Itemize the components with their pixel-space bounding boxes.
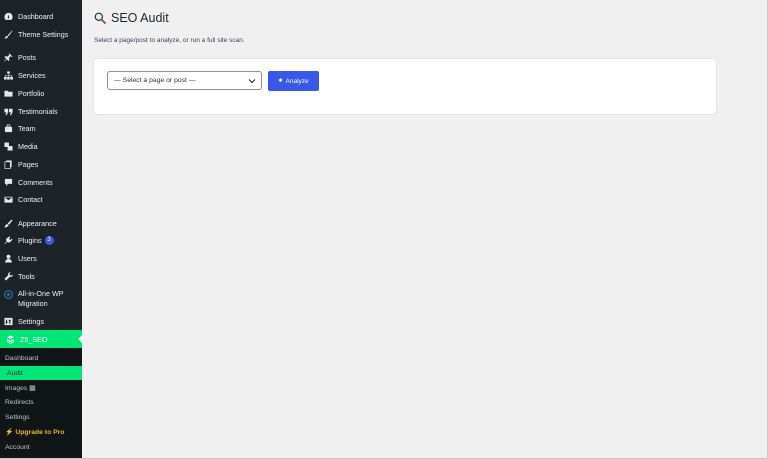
sidebar-item-team[interactable]: Team: [0, 123, 82, 134]
media-icon: [4, 142, 13, 151]
sidebar-item-label: Users: [18, 254, 37, 263]
comment-icon: [4, 178, 13, 187]
sidebar-item-posts[interactable]: Posts: [0, 52, 82, 63]
sidebar-item-appearance[interactable]: Appearance: [0, 218, 82, 229]
sidebar-item-services[interactable]: Services: [0, 70, 82, 81]
sidebar-item-portfolio[interactable]: Portfolio: [0, 88, 82, 99]
sidebar-item-contact[interactable]: Contact: [0, 194, 82, 205]
sidebar-item-label: Appearance: [18, 219, 57, 228]
submenu-item-upgrade-to-pro[interactable]: ⚡ Upgrade to Pro: [0, 425, 82, 439]
sidebar-item-testimonials[interactable]: Testimonials: [0, 106, 82, 117]
sidebar-item-label-line2: Migration: [18, 299, 48, 308]
sidebar-item-label: Theme Settings: [18, 30, 69, 39]
user-icon: [4, 254, 13, 263]
wp-admin-window: Dashboard Theme Settings Posts Services …: [0, 0, 767, 458]
submenu-item-audit[interactable]: Audit: [0, 366, 82, 380]
sitemap-icon: [4, 71, 13, 80]
sidebar-item-label: Portfolio: [18, 89, 45, 98]
pages-icon: [4, 160, 13, 169]
audit-card: — Select a page or post — ✱ Analyze: [94, 59, 716, 114]
sidebar-item-plugins[interactable]: Plugins 3: [0, 235, 82, 246]
submenu-item-label: Redirects: [5, 398, 34, 406]
pin-icon: [4, 53, 13, 62]
sidebar-item-label: Services: [18, 71, 46, 80]
submenu-item-label: Dashboard: [5, 354, 39, 362]
page-post-select[interactable]: — Select a page or post —: [107, 71, 262, 90]
sidebar-item-label: All-in-One WP Migration: [18, 289, 64, 309]
submenu-item-label: Settings: [5, 413, 30, 421]
select-value: — Select a page or post —: [114, 77, 196, 84]
mail-icon: [4, 195, 13, 204]
submenu-item-label: Account: [5, 443, 30, 451]
page-title-text: SEO Audit: [111, 11, 169, 25]
settings-icon: [4, 317, 13, 326]
submenu-item-label: ⚡ Upgrade to Pro: [5, 429, 65, 436]
plugin-icon: [4, 236, 13, 245]
sidebar-item-label-line1: All-in-One WP: [18, 289, 64, 298]
sidebar-item-all-in-one-wp-migration[interactable]: All-in-One WP Migration: [0, 289, 82, 311]
page-title: SEO Audit: [94, 11, 169, 25]
submenu-item-dashboard[interactable]: Dashboard: [0, 351, 82, 365]
chevron-down-icon: [248, 79, 256, 84]
sidebar-item-z5-seo[interactable]: Z5_SEO: [0, 330, 82, 348]
sidebar-item-tools[interactable]: Tools: [0, 271, 82, 282]
quote-icon: [4, 107, 13, 116]
dashboard-icon: [4, 12, 13, 21]
analyze-button[interactable]: ✱ Analyze: [268, 71, 319, 91]
sidebar-item-label: Testimonials: [18, 107, 58, 116]
paintbrush-icon: [4, 219, 13, 228]
sidebar-item-label: Contact: [18, 195, 43, 204]
sidebar-item-label: Settings: [18, 317, 44, 326]
migration-icon: [4, 290, 13, 299]
sidebar-item-label: Z5_SEO: [20, 334, 48, 344]
z5-seo-icon: [6, 334, 15, 344]
sidebar-item-users[interactable]: Users: [0, 253, 82, 264]
plugins-update-count-badge: 3: [44, 236, 54, 245]
sidebar-item-label: Dashboard: [18, 12, 54, 21]
submenu-item-settings[interactable]: Settings: [0, 410, 82, 424]
sidebar-item-pages[interactable]: Pages: [0, 159, 82, 170]
submenu-item-images[interactable]: Images ▦: [0, 381, 82, 395]
sidebar-item-media[interactable]: Media: [0, 141, 82, 152]
sidebar-item-label: Posts: [18, 53, 36, 62]
folder-icon: [4, 89, 13, 98]
sidebar-item-label: Comments: [18, 178, 53, 187]
sidebar-item-label: Tools: [18, 272, 35, 281]
team-icon: [4, 124, 13, 133]
sidebar-item-label: Pages: [18, 160, 39, 169]
submenu-item-label: Audit: [7, 369, 23, 377]
magnifier-icon: [94, 12, 106, 24]
brush-icon: [4, 30, 13, 39]
sidebar-item-label: Plugins: [18, 236, 42, 245]
admin-sidebar: Dashboard Theme Settings Posts Services …: [0, 0, 82, 458]
submenu-item-redirects[interactable]: Redirects: [0, 395, 82, 409]
sidebar-item-dashboard[interactable]: Dashboard: [0, 11, 82, 22]
sidebar-item-settings[interactable]: Settings: [0, 316, 82, 327]
analyze-button-label: Analyze: [285, 77, 309, 85]
wrench-icon: [4, 272, 13, 281]
sidebar-item-theme-settings[interactable]: Theme Settings: [0, 29, 82, 40]
sidebar-item-label: Media: [18, 142, 38, 151]
sparkle-icon: ✱: [278, 78, 283, 84]
current-menu-arrow: [78, 335, 82, 343]
z5-seo-submenu: Dashboard Audit Images ▦ Redirects Setti…: [0, 348, 82, 458]
submenu-item-label: Images ▦: [5, 385, 36, 392]
sidebar-item-comments[interactable]: Comments: [0, 177, 82, 188]
sidebar-item-label: Team: [18, 124, 36, 133]
page-subtitle: Select a page/post to analyze, or run a …: [94, 37, 245, 44]
submenu-item-account[interactable]: Account: [0, 440, 82, 454]
